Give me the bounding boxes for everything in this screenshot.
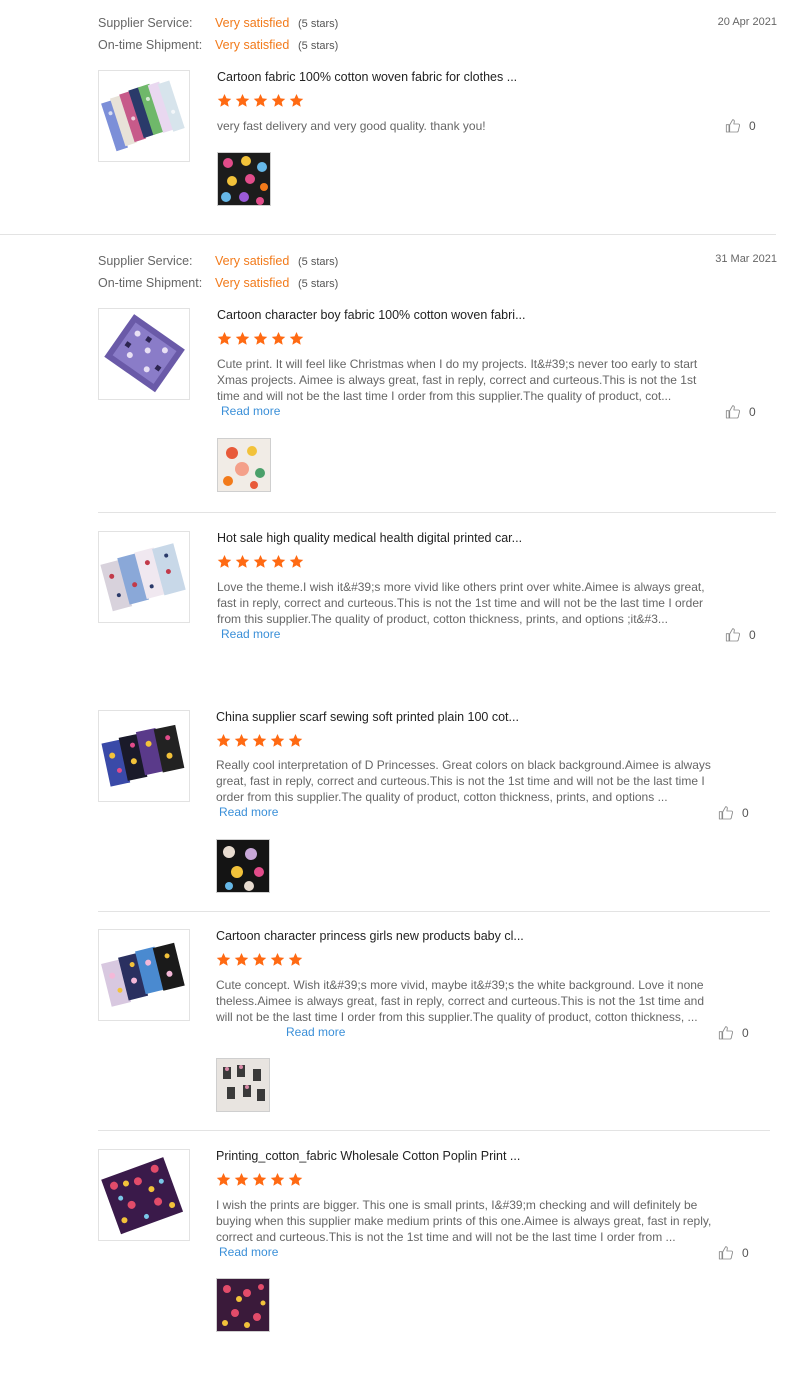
star-icon — [271, 93, 286, 108]
star-icon — [288, 952, 303, 967]
shipment-stars: (5 stars) — [298, 278, 339, 290]
star-icon — [252, 952, 267, 967]
star-icon — [217, 554, 232, 569]
star-icon — [289, 93, 304, 108]
star-rating — [217, 93, 304, 108]
star-icon — [289, 331, 304, 346]
star-icon — [288, 733, 303, 748]
product-title[interactable]: Hot sale high quality medical health dig… — [217, 531, 522, 545]
shipment-value: Very satisfied — [215, 276, 290, 290]
shipment-stars: (5 stars) — [298, 40, 339, 52]
supplier-service-stars: (5 stars) — [298, 256, 339, 268]
star-icon — [270, 952, 285, 967]
like-button[interactable]: 0 — [725, 404, 756, 420]
star-icon — [217, 93, 232, 108]
supplier-service-value: Very satisfied — [215, 16, 290, 30]
product-title[interactable]: Cartoon character boy fabric 100% cotton… — [217, 308, 526, 322]
supplier-service-value: Very satisfied — [215, 254, 290, 268]
star-icon — [271, 331, 286, 346]
review-photo[interactable] — [217, 152, 271, 206]
thumbs-up-icon — [718, 805, 734, 821]
product-thumbnail[interactable] — [98, 531, 190, 623]
product-thumbnail[interactable] — [98, 70, 190, 162]
supplier-service-stars: (5 stars) — [298, 18, 339, 30]
read-more-link[interactable]: Read more — [219, 805, 278, 819]
supplier-service-label: Supplier Service: — [98, 16, 193, 30]
star-icon — [216, 952, 231, 967]
star-rating — [216, 1172, 303, 1187]
star-icon — [216, 733, 231, 748]
like-button[interactable]: 0 — [725, 118, 756, 134]
review-photo[interactable] — [216, 1278, 270, 1332]
like-button[interactable]: 0 — [718, 1245, 749, 1261]
product-thumbnail[interactable] — [98, 308, 190, 400]
product-title[interactable]: China supplier scarf sewing soft printed… — [216, 710, 519, 724]
thumbs-up-icon — [718, 1245, 734, 1261]
like-button[interactable]: 0 — [718, 805, 749, 821]
like-count: 0 — [749, 405, 756, 419]
thumbs-up-icon — [718, 1025, 734, 1041]
review-text: Cute print. It will feel like Christmas … — [217, 357, 698, 403]
star-icon — [270, 1172, 285, 1187]
divider — [98, 512, 776, 513]
divider — [0, 234, 776, 235]
like-count: 0 — [742, 1246, 749, 1260]
star-icon — [235, 554, 250, 569]
star-rating — [216, 733, 303, 748]
star-icon — [234, 1172, 249, 1187]
review-text: Love the theme.I wish it&#39;s more vivi… — [217, 580, 705, 626]
star-icon — [253, 93, 268, 108]
star-icon — [253, 554, 268, 569]
review-photo[interactable] — [217, 438, 271, 492]
star-icon — [217, 331, 232, 346]
read-more-link[interactable]: Read more — [284, 1025, 346, 1039]
review-photo[interactable] — [216, 1058, 270, 1112]
star-icon — [270, 733, 285, 748]
star-icon — [253, 331, 268, 346]
product-thumbnail[interactable] — [98, 1149, 190, 1241]
supplier-service-label: Supplier Service: — [98, 254, 193, 268]
like-count: 0 — [749, 119, 756, 133]
product-title[interactable]: Cartoon fabric 100% cotton woven fabric … — [217, 70, 517, 84]
read-more-link[interactable]: Read more — [221, 627, 280, 641]
read-more-link[interactable]: Read more — [221, 404, 280, 418]
shipment-value: Very satisfied — [215, 38, 290, 52]
review-date: 20 Apr 2021 — [717, 16, 777, 28]
star-icon — [216, 1172, 231, 1187]
review-date: 31 Mar 2021 — [715, 253, 777, 265]
product-title[interactable]: Cartoon character princess girls new pro… — [216, 929, 524, 943]
product-thumbnail[interactable] — [98, 929, 190, 1021]
review-text: I wish the prints are bigger. This one i… — [216, 1198, 712, 1244]
thumbs-up-icon — [725, 118, 741, 134]
like-count: 0 — [742, 806, 749, 820]
like-count: 0 — [742, 1026, 749, 1040]
thumbs-up-icon — [725, 627, 741, 643]
star-rating — [217, 554, 304, 569]
star-icon — [289, 554, 304, 569]
star-icon — [252, 733, 267, 748]
star-icon — [234, 733, 249, 748]
star-rating — [216, 952, 303, 967]
review-text: very fast delivery and very good quality… — [217, 119, 486, 133]
star-rating — [217, 331, 304, 346]
star-icon — [288, 1172, 303, 1187]
thumbs-up-icon — [725, 404, 741, 420]
read-more-link[interactable]: Read more — [219, 1245, 278, 1259]
star-icon — [271, 554, 286, 569]
like-button[interactable]: 0 — [725, 627, 756, 643]
product-title[interactable]: Printing_cotton_fabric Wholesale Cotton … — [216, 1149, 520, 1163]
shipment-label: On-time Shipment: — [98, 276, 203, 290]
like-count: 0 — [749, 628, 756, 642]
review-text: Really cool interpretation of D Princess… — [216, 758, 711, 804]
review-photo[interactable] — [216, 839, 270, 893]
like-button[interactable]: 0 — [718, 1025, 749, 1041]
star-icon — [235, 93, 250, 108]
divider — [98, 1130, 770, 1131]
star-icon — [234, 952, 249, 967]
divider — [98, 911, 770, 912]
star-icon — [235, 331, 250, 346]
product-thumbnail[interactable] — [98, 710, 190, 802]
shipment-label: On-time Shipment: — [98, 38, 203, 52]
star-icon — [252, 1172, 267, 1187]
